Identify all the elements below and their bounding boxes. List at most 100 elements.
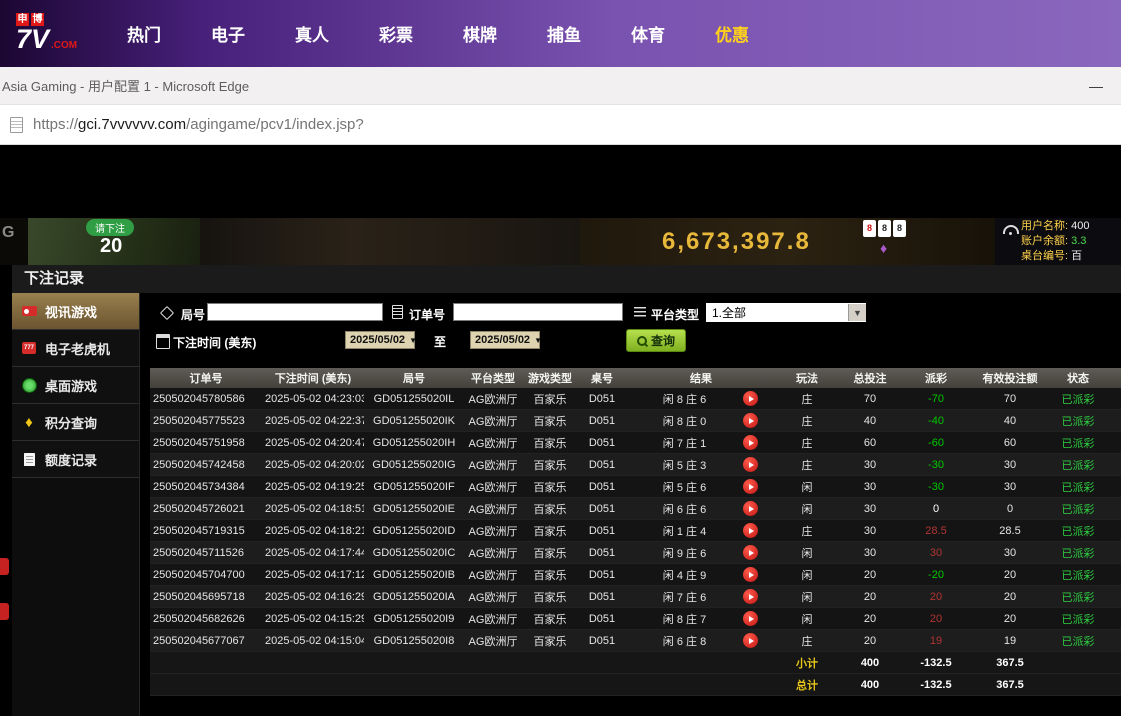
platform-type-value: 1.全部 [712,304,746,321]
cell-time: 2025-05-02 04:18:51 [262,503,364,515]
cell-time: 2025-05-02 04:15:04 [262,635,364,647]
column-header-3: 局号 [364,370,464,386]
nav-item-3[interactable]: 真人 [270,21,354,46]
date-from-value: 2025/05/02 [350,334,405,346]
nav-item-5[interactable]: 棋牌 [438,21,522,46]
search-button[interactable]: 查询 [626,329,686,352]
cell-round: GD051255020IB [364,569,464,581]
cell-payout: 19 [902,635,970,647]
cell-platform: AG欧洲厅 [464,435,522,451]
sidebar-item-1[interactable]: 视讯游戏 [12,293,139,330]
cell-round: GD051255020IK [364,415,464,427]
ledger-icon [20,451,38,467]
video-camera-icon [20,303,38,319]
nav-item-2[interactable]: 电子 [186,21,270,46]
replay-button[interactable] [743,391,758,406]
cell-total-bet: 20 [838,635,902,647]
replay-button[interactable] [743,589,758,604]
cell-total-bet: 20 [838,569,902,581]
replay-button[interactable] [743,545,758,560]
cell-time: 2025-05-02 04:22:37 [262,415,364,427]
bet-timer: 20 [100,235,122,258]
round-id-icon [160,306,174,320]
round-id-input[interactable] [207,303,383,321]
sidebar: 视讯游戏电子老虎机桌面游戏积分查询额度记录 [12,293,140,716]
replay-button[interactable] [743,457,758,472]
minimize-button[interactable]: — [1089,78,1103,94]
cell-game-type: 百家乐 [522,413,578,429]
nav-item-6[interactable]: 捕鱼 [522,21,606,46]
cell-platform: AG欧洲厅 [464,391,522,407]
replay-button[interactable] [743,523,758,538]
date-from-select[interactable]: 2025/05/02▼ [345,331,415,349]
cell-table-no: D051 [578,393,626,405]
cell-game-type: 百家乐 [522,479,578,495]
sidebar-item-3[interactable]: 桌面游戏 [12,367,139,404]
panel-content: 局号 订单号 平台类型 1.全部 ▼ 下注时间 (美东) 2025 [140,293,1121,716]
cell-platform: AG欧洲厅 [464,633,522,649]
bet-records-panel: 下注记录 视讯游戏电子老虎机桌面游戏积分查询额度记录 局号 订单号 平台类型 [12,265,1121,716]
cell-platform: AG欧洲厅 [464,545,522,561]
result-text: 闲 8 庄 7 [626,611,743,627]
cell-result: 闲 1 庄 4 [626,523,776,539]
cell-platform: AG欧洲厅 [464,567,522,583]
date-to-select[interactable]: 2025/05/02▼ [470,331,540,349]
table-game-icon [20,377,38,393]
sidebar-item-2[interactable]: 电子老虎机 [12,330,139,367]
bet-time-icon [156,334,170,349]
cell-round: GD051255020IL [364,393,464,405]
cell-order: 250502045695718 [150,591,262,603]
total-label: 总计 [776,677,838,693]
cell-platform: AG欧洲厅 [464,523,522,539]
cell-order: 250502045682626 [150,613,262,625]
cell-game-type: 百家乐 [522,611,578,627]
cell-time: 2025-05-02 04:16:29 [262,591,364,603]
nav-item-8[interactable]: 优惠 [690,21,774,46]
replay-button[interactable] [743,567,758,582]
replay-button[interactable] [743,479,758,494]
cell-table-no: D051 [578,481,626,493]
platform-type-select[interactable]: 1.全部 ▼ [706,303,866,322]
cell-play-type: 闲 [776,545,838,561]
subtotal-row: 小计400-132.5367.5 [150,652,1121,674]
browser-urlbar[interactable]: https://gci.7vvvvvv.com/agingame/pcv1/in… [0,105,1121,145]
cell-status: 已派彩 [1050,589,1106,605]
cell-total-bet: 30 [838,503,902,515]
url-domain: gci.7vvvvvv.com [78,116,186,133]
game-strip: G 请下注 20 6,673,397.8 8 8 8 ♦ 用户名称: 400 账… [0,218,1121,265]
site-logo[interactable]: 申博 7V.COM [16,9,90,58]
user-info-box: 用户名称: 400 账户余额: 3.3 桌台编号: 百 [995,218,1121,265]
replay-button[interactable] [743,435,758,450]
page-stage: G 请下注 20 6,673,397.8 8 8 8 ♦ 用户名称: 400 账… [0,145,1121,716]
cell-platform: AG欧洲厅 [464,413,522,429]
diamond-icon [20,414,38,430]
replay-button[interactable] [743,633,758,648]
replay-button[interactable] [743,501,758,516]
order-id-input[interactable] [453,303,623,321]
sidebar-item-4[interactable]: 积分查询 [12,404,139,441]
nav-item-1[interactable]: 热门 [102,21,186,46]
replay-button[interactable] [743,413,758,428]
bet-table-body: 2505020457805862025-05-02 04:23:03GD0512… [150,388,1121,696]
cell-status: 已派彩 [1050,435,1106,451]
cell-result: 闲 5 庄 6 [626,479,776,495]
cell-valid-bet: 60 [970,437,1050,449]
card-icon: 8 [878,220,891,237]
nav-item-7[interactable]: 体育 [606,21,690,46]
url-text[interactable]: https://gci.7vvvvvv.com/agingame/pcv1/in… [33,116,364,133]
nav-item-4[interactable]: 彩票 [354,21,438,46]
sidebar-item-5[interactable]: 额度记录 [12,441,139,478]
table-row: 2505020457519582025-05-02 04:20:47GD0512… [150,432,1121,454]
cell-table-no: D051 [578,591,626,603]
cell-valid-bet: 70 [970,393,1050,405]
replay-button[interactable] [743,611,758,626]
cell-game-type: 百家乐 [522,501,578,517]
magnifier-icon [637,336,647,346]
cell-payout: -40 [902,415,970,427]
cell-platform: AG欧洲厅 [464,457,522,473]
cell-order: 250502045677067 [150,635,262,647]
table-row: 2505020456770672025-05-02 04:15:04GD0512… [150,630,1121,652]
column-header-1: 订单号 [150,370,262,386]
cell-result: 闲 7 庄 1 [626,435,776,451]
cell-total-bet: 20 [838,591,902,603]
